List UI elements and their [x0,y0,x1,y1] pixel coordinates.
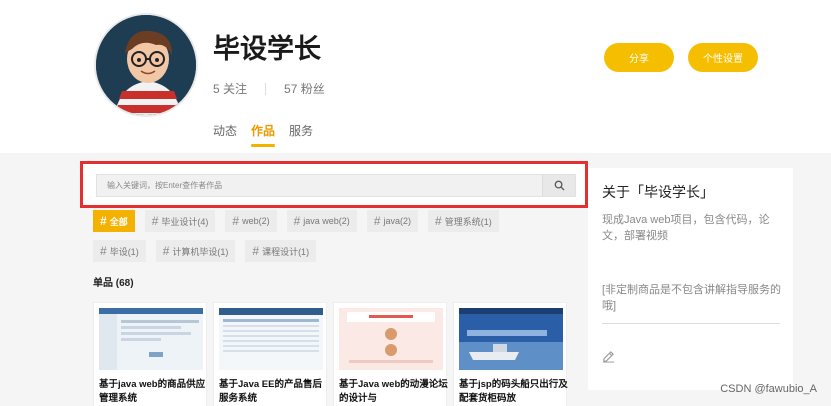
edit-icon [602,351,615,363]
products-section-title: 单品 (68) [93,278,134,289]
about-panel: 关于「毕设学长」 现成Java web项目，包含代码，论文，部署视频 [非定制商… [588,168,793,390]
tab-dynamics[interactable]: 动态 [213,122,237,147]
tag-management-system[interactable]: # 管理系统(1) [428,210,499,232]
avatar-illustration [96,15,196,115]
profile-tabs: 动态 作品 服务 [213,122,327,147]
tab-services[interactable]: 服务 [289,122,313,147]
product-thumbnail [459,308,563,370]
hash-icon: # [373,214,381,228]
hash-icon: # [252,244,260,258]
search-highlight-frame [80,161,588,208]
product-title: 基于java web的商品供应管理系统 [99,379,206,404]
about-divider [602,323,780,324]
product-card-list: 基于java web的商品供应管理系统 基于Java EE的产品售后服务系统 基… [93,302,573,406]
search-icon [554,180,565,191]
follow-count[interactable]: 5 关注 [213,80,247,97]
about-description: 现成Java web项目，包含代码，论文，部署视频 [602,214,770,242]
tag-cs-bishe[interactable]: # 计算机毕设(1) [155,240,236,262]
tag-label: 毕业设计(4) [161,216,209,227]
search-bar [96,174,576,197]
hash-icon: # [100,244,107,258]
search-button[interactable] [542,175,575,196]
tag-label: java web(2) [303,216,350,226]
product-thumbnail [219,308,323,370]
hash-icon: # [151,214,159,228]
tag-label: 毕设(1) [109,246,139,257]
tag-graduation-design[interactable]: # 毕业设计(4) [144,210,216,232]
tag-label: 管理系统(1) [444,216,492,227]
profile-name: 毕设学长 [213,34,321,64]
product-card[interactable]: 基于jsp的码头船只出行及配套货柜码放 [453,302,568,406]
tag-web[interactable]: # web(2) [225,210,277,232]
search-input[interactable] [97,175,542,196]
about-title: 关于「毕设学长」 [602,184,714,200]
product-thumbnail [99,308,203,370]
tag-label: 全部 [109,216,128,227]
profile-header: 毕设学长 5 关注 57 粉丝 动态 作品 服务 分享 个性设置 [0,0,831,153]
hash-icon: # [162,244,170,258]
tag-all[interactable]: # 全部 [93,210,135,232]
stats-divider [265,82,267,95]
share-button[interactable]: 分享 [604,43,674,72]
product-card[interactable]: 基于Java EE的产品售后服务系统 [213,302,327,406]
product-title: 基于Java web的动漫论坛的设计与 [339,379,448,404]
tag-course-design[interactable]: # 课程设计(1) [245,240,317,262]
fans-count[interactable]: 57 粉丝 [284,80,325,97]
watermark: CSDN @fawubio_A [720,383,817,395]
tag-bishe[interactable]: # 毕设(1) [93,240,146,262]
hash-icon: # [100,214,107,228]
product-card[interactable]: 基于java web的商品供应管理系统 [93,302,207,406]
hash-icon: # [293,214,301,228]
about-note: [非定制商品是不包含讲解指导服务的哦] [602,284,782,312]
tag-java-web[interactable]: # java web(2) [286,210,357,232]
avatar[interactable] [94,13,198,117]
tab-works[interactable]: 作品 [251,122,276,147]
product-title: 基于Java EE的产品售后服务系统 [219,379,322,404]
hash-icon: # [435,214,442,228]
tag-java[interactable]: # java(2) [366,210,419,232]
hash-icon: # [232,214,240,228]
tag-label: 课程设计(1) [262,246,310,257]
settings-button[interactable]: 个性设置 [688,43,758,72]
tag-label: java(2) [383,216,412,226]
tag-label: web(2) [242,216,270,226]
product-thumbnail [339,308,443,370]
tag-label: 计算机毕设(1) [172,246,229,257]
product-card[interactable]: 基于Java web的动漫论坛的设计与 [333,302,448,406]
profile-stats: 5 关注 57 粉丝 [213,80,325,97]
edit-button[interactable] [602,350,615,368]
product-title: 基于jsp的码头船只出行及配套货柜码放 [459,379,568,404]
tag-filter-list: # 全部 # 毕业设计(4) # web(2) # java web(2) # java(… [93,210,533,270]
